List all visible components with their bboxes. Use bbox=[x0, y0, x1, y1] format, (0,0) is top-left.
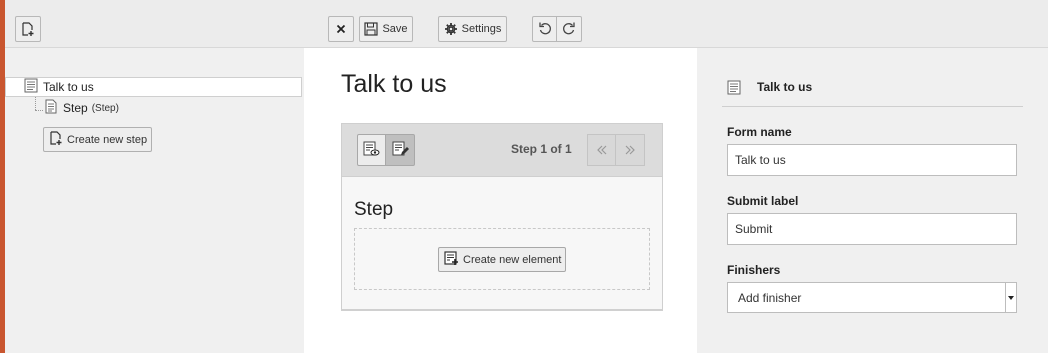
element-drop-zone[interactable]: Create new element bbox=[354, 228, 650, 290]
tree-item-step-type: (Step) bbox=[91, 102, 119, 114]
add-element-icon bbox=[444, 250, 459, 269]
undo-button[interactable] bbox=[532, 16, 557, 42]
form-name-label: Form name bbox=[727, 125, 792, 139]
tree-item-step[interactable]: Step (Step) bbox=[45, 99, 119, 117]
create-new-element-label: Create new element bbox=[463, 253, 562, 266]
close-icon bbox=[336, 24, 346, 34]
chevron-down-icon[interactable] bbox=[1005, 283, 1016, 312]
create-new-element-button[interactable]: Create new element bbox=[438, 247, 566, 272]
finishers-select[interactable]: Add finisher bbox=[727, 282, 1017, 313]
submit-label-field[interactable]: Submit bbox=[727, 213, 1017, 245]
undo-icon bbox=[538, 21, 552, 38]
divider bbox=[341, 309, 663, 311]
step-heading: Step bbox=[354, 199, 394, 220]
document-plus-icon bbox=[49, 130, 63, 149]
gear-icon bbox=[444, 22, 458, 36]
tree-item-form[interactable]: Talk to us bbox=[5, 77, 302, 97]
settings-label: Settings bbox=[461, 23, 502, 35]
page-title: Talk to us bbox=[341, 70, 447, 98]
save-label: Save bbox=[382, 23, 408, 35]
save-button[interactable]: Save bbox=[359, 16, 413, 42]
toolbar: Save Settings bbox=[5, 0, 1048, 48]
edit-form-icon bbox=[392, 141, 409, 160]
form-tree-panel: Talk to us Step (Step) Create new step bbox=[5, 48, 304, 353]
submit-label-label: Submit label bbox=[727, 194, 799, 208]
history-group bbox=[532, 16, 582, 42]
inspector-header: Talk to us bbox=[722, 77, 1023, 107]
step-pager bbox=[587, 134, 645, 166]
redo-icon bbox=[562, 21, 576, 38]
form-name-field[interactable]: Talk to us bbox=[727, 144, 1017, 176]
floppy-disk-icon bbox=[364, 22, 379, 36]
double-chevron-right-icon bbox=[625, 142, 635, 158]
previous-step-button[interactable] bbox=[587, 134, 616, 166]
form-page-icon bbox=[727, 80, 741, 98]
edit-mode-button[interactable] bbox=[386, 134, 415, 166]
form-page-icon bbox=[24, 78, 38, 96]
finishers-select-value: Add finisher bbox=[738, 290, 802, 305]
preview-eye-icon bbox=[363, 141, 380, 160]
form-stage: Talk to us Step 1 of 1 Step Create new e… bbox=[304, 48, 697, 353]
form-name-value: Talk to us bbox=[735, 153, 786, 167]
redo-button[interactable] bbox=[557, 16, 582, 42]
view-mode-toggle bbox=[357, 134, 415, 166]
document-plus-icon bbox=[21, 21, 35, 37]
close-button[interactable] bbox=[328, 16, 354, 42]
submit-label-value: Submit bbox=[735, 222, 773, 236]
step-counter: Step 1 of 1 bbox=[511, 142, 572, 156]
tree-item-step-label: Step bbox=[63, 101, 88, 115]
step-card: Step 1 of 1 Step Create new element bbox=[341, 123, 663, 310]
finishers-label: Finishers bbox=[727, 263, 781, 277]
new-form-button[interactable] bbox=[15, 16, 41, 42]
create-new-step-label: Create new step bbox=[67, 133, 148, 146]
double-chevron-left-icon bbox=[596, 142, 607, 158]
settings-button[interactable]: Settings bbox=[438, 16, 507, 42]
tree-connector bbox=[35, 110, 43, 111]
tree-item-form-label: Talk to us bbox=[43, 80, 94, 94]
preview-mode-button[interactable] bbox=[357, 134, 386, 166]
inspector-panel: Talk to us Form name Talk to us Submit l… bbox=[697, 48, 1048, 353]
inspector-title: Talk to us bbox=[757, 80, 813, 94]
next-step-button[interactable] bbox=[616, 134, 645, 166]
tree-connector bbox=[35, 97, 36, 110]
step-card-header: Step 1 of 1 bbox=[342, 124, 662, 177]
create-new-step-button[interactable]: Create new step bbox=[43, 127, 152, 152]
page-icon bbox=[45, 99, 57, 117]
